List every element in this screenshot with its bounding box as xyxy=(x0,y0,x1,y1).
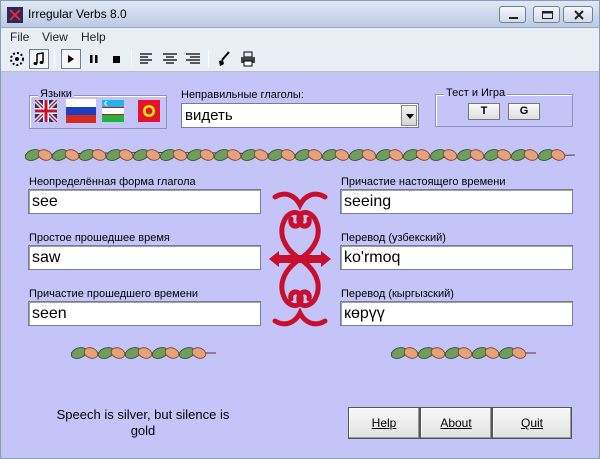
leaf-garland-decoration xyxy=(25,147,575,163)
play-button[interactable] xyxy=(61,49,81,69)
languages-group: Языки xyxy=(29,88,167,129)
brush-icon xyxy=(219,51,230,66)
app-icon xyxy=(7,7,23,23)
align-right-icon xyxy=(186,53,200,64)
minimize-button[interactable] xyxy=(499,6,526,23)
uzbek-translation-field[interactable]: ko'rmoq xyxy=(340,245,573,270)
printer-icon xyxy=(241,51,255,67)
kyrgyzstan-flag-icon[interactable] xyxy=(138,100,160,122)
present-participle-field[interactable]: seeing xyxy=(340,189,573,214)
play-icon xyxy=(68,55,74,63)
test-button[interactable]: T xyxy=(468,103,500,120)
about-button[interactable]: About xyxy=(420,407,492,439)
maximize-icon xyxy=(542,11,553,19)
kyrgyz-translation-field[interactable]: көрүү xyxy=(340,301,573,326)
verbs-label: Неправильные глаголы: xyxy=(181,89,304,101)
test-game-label: Тест и Игра xyxy=(444,87,508,99)
pause-button[interactable] xyxy=(84,49,104,69)
menu-file[interactable]: File xyxy=(10,30,29,44)
infinitive-label: Неопределённая форма глагола xyxy=(29,176,196,188)
align-center-icon xyxy=(163,53,177,64)
test-game-group: Тест и Игра T G xyxy=(435,87,573,127)
game-button[interactable]: G xyxy=(508,103,540,120)
music-button[interactable] xyxy=(29,49,49,69)
toolbar-separator xyxy=(208,50,209,68)
speaker-settings-icon xyxy=(10,52,24,66)
past-participle-label: Причастие прошедшего времени xyxy=(29,288,199,300)
stop-icon xyxy=(113,56,120,63)
main-panel: Языки Неправильные глаголы: видеть Тест … xyxy=(3,73,597,458)
window-title: Irregular Verbs 8.0 xyxy=(28,7,127,21)
print-button[interactable] xyxy=(238,49,258,69)
verb-select[interactable]: видеть xyxy=(181,103,419,128)
align-right-button[interactable] xyxy=(183,49,203,69)
music-note-icon xyxy=(33,52,44,65)
maximize-button[interactable] xyxy=(533,6,560,23)
leaf-garland-decoration xyxy=(71,345,216,361)
proverb-text: Speech is silver, but silence is gold xyxy=(56,407,230,438)
toolbar-separator xyxy=(54,50,55,68)
leaf-garland-decoration xyxy=(391,345,536,361)
minimize-icon xyxy=(509,17,518,19)
menu-help[interactable]: Help xyxy=(81,30,106,44)
about-button-label: About xyxy=(440,416,472,430)
stop-button[interactable] xyxy=(107,49,127,69)
kyrgyz-ornament-decoration xyxy=(269,191,331,327)
toolbar-separator xyxy=(131,50,132,68)
uzbek-label: Перевод (узбекский) xyxy=(341,232,446,244)
speaker-settings-button[interactable] xyxy=(7,49,27,69)
past-simple-field[interactable]: saw xyxy=(28,245,261,270)
pause-icon xyxy=(90,55,98,63)
past-simple-label: Простое прошедшее время xyxy=(29,232,170,244)
close-icon xyxy=(574,10,584,20)
align-center-button[interactable] xyxy=(160,49,180,69)
align-left-icon xyxy=(140,53,152,64)
help-button[interactable]: Help xyxy=(348,407,420,439)
menu-view[interactable]: View xyxy=(42,30,68,44)
kyrgyz-label: Перевод (кыргызский) xyxy=(341,288,454,300)
quit-button[interactable]: Quit xyxy=(492,407,572,439)
past-participle-field[interactable]: seen xyxy=(28,301,261,326)
uk-flag-icon[interactable] xyxy=(35,100,57,122)
clear-button[interactable] xyxy=(215,49,235,69)
align-left-button[interactable] xyxy=(137,49,157,69)
present-participle-label: Причастие настоящего времени xyxy=(341,176,506,188)
chevron-down-icon[interactable] xyxy=(401,105,417,126)
quit-button-label: Quit xyxy=(520,416,543,430)
title-bar[interactable]: Irregular Verbs 8.0 xyxy=(1,1,599,28)
close-button[interactable] xyxy=(563,6,593,23)
russia-flag-icon[interactable] xyxy=(66,99,96,123)
uzbekistan-flag-icon[interactable] xyxy=(102,100,124,122)
toolbar xyxy=(1,46,599,72)
infinitive-field[interactable]: see xyxy=(28,189,261,214)
app-window: Irregular Verbs 8.0 File View Help Языки… xyxy=(0,0,600,459)
menu-bar: File View Help xyxy=(1,28,599,46)
verb-select-value: видеть xyxy=(185,107,233,124)
help-button-label: Help xyxy=(371,416,397,430)
